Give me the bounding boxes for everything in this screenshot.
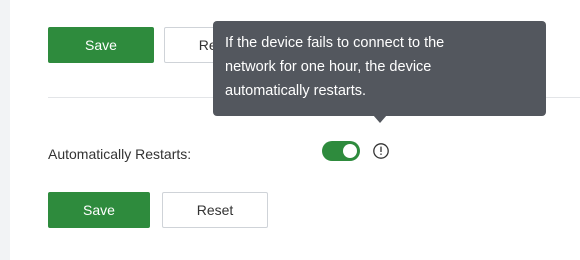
- tooltip-line: automatically restarts.: [225, 83, 367, 99]
- tooltip-arrow: [373, 115, 387, 123]
- auto-restart-toggle[interactable]: [322, 141, 360, 161]
- tooltip-line: network for one hour, the device: [225, 59, 432, 75]
- tooltip-line: If the device fails to connect to the: [225, 35, 445, 51]
- save-button[interactable]: Save: [48, 192, 150, 228]
- left-panel-edge: [0, 0, 10, 260]
- info-circle-icon[interactable]: [372, 142, 390, 160]
- reset-button[interactable]: Reset: [162, 192, 268, 228]
- auto-restart-tooltip: If the device fails to connect to the ne…: [213, 21, 546, 116]
- top-save-button[interactable]: Save: [48, 27, 154, 63]
- toggle-knob: [343, 144, 357, 158]
- auto-restart-label: Automatically Restarts:: [48, 146, 192, 162]
